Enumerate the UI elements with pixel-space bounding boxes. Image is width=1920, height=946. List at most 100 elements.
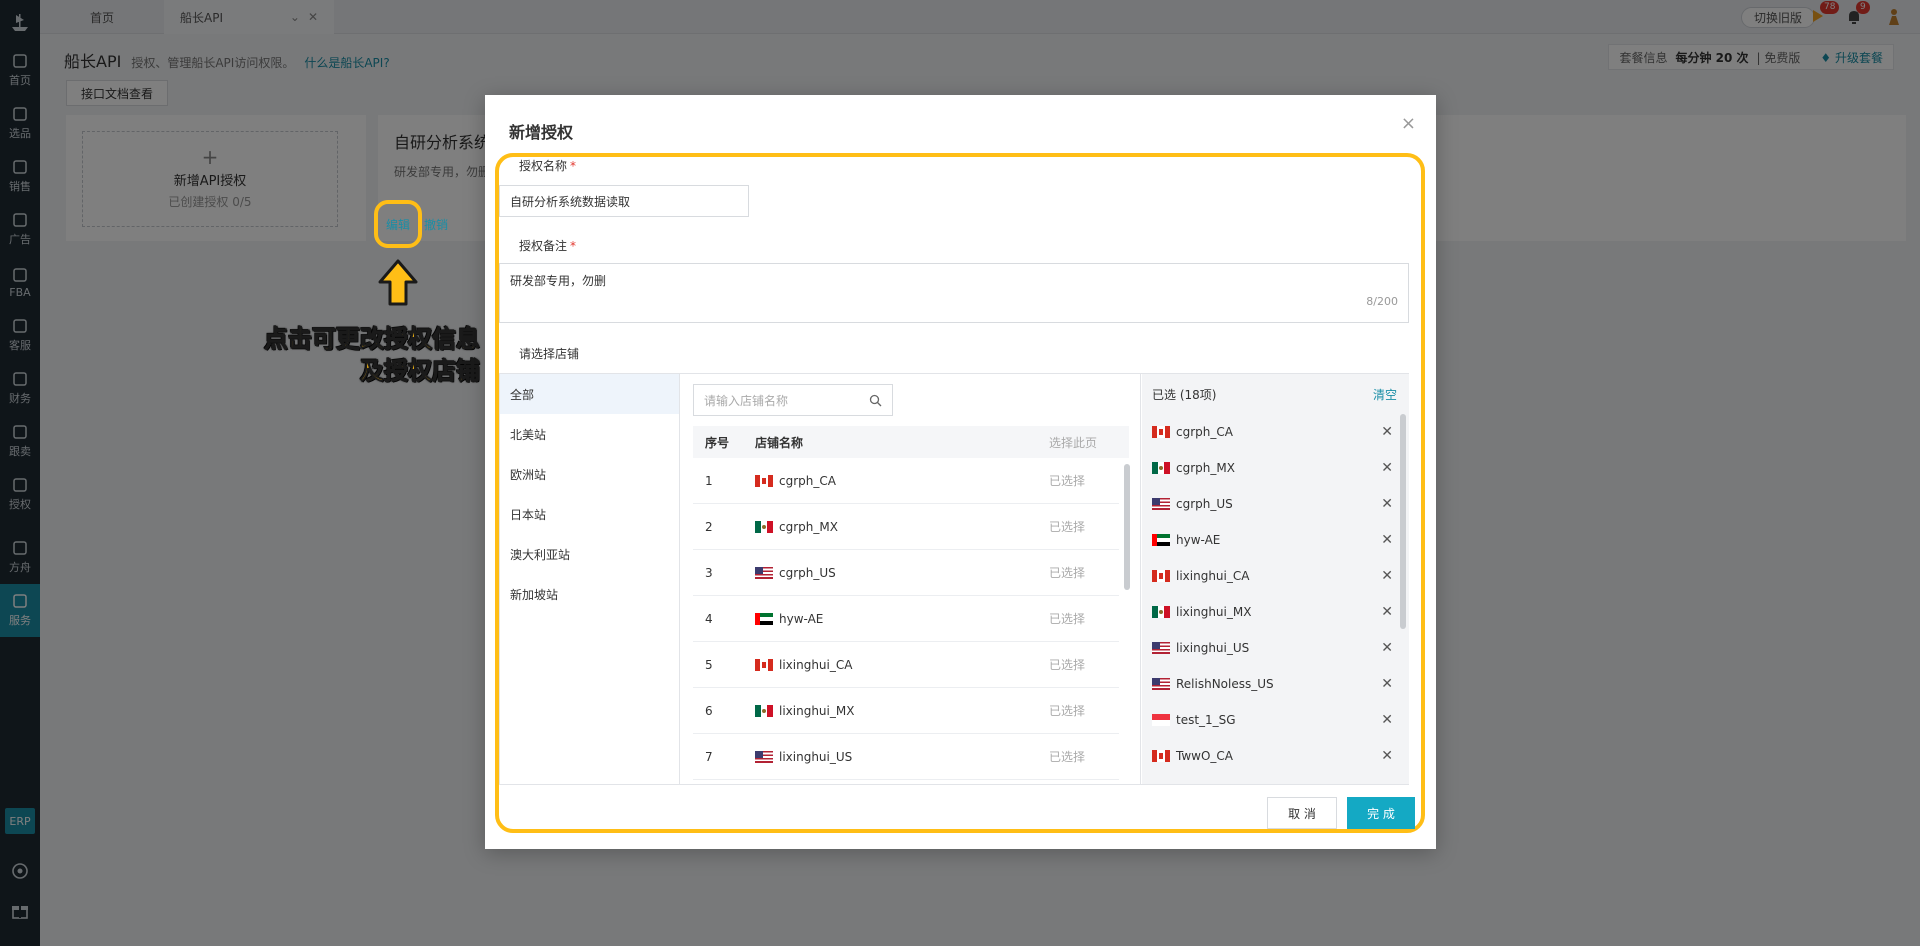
country-flag-icon bbox=[1152, 462, 1170, 474]
selected-count: 已选 (18项) bbox=[1152, 387, 1217, 402]
col-shop-name: 店铺名称 bbox=[755, 435, 804, 450]
remove-icon[interactable]: ✕ bbox=[1381, 568, 1393, 584]
table-row[interactable]: 3 cgrph_US 已选择 bbox=[693, 550, 1119, 596]
callout-line-2: 及授权店铺 bbox=[360, 357, 481, 386]
new-auth-modal: 新增授权 × 授权名称 * 自研分析系统数据读取 授权备注 * 研发部专用，勿删 8… bbox=[485, 95, 1436, 849]
country-flag-icon bbox=[1152, 678, 1170, 690]
row-status[interactable]: 已选择 bbox=[1049, 518, 1119, 535]
country-flag-icon bbox=[755, 658, 773, 671]
remove-icon[interactable]: ✕ bbox=[1381, 748, 1393, 764]
country-flag-icon bbox=[755, 520, 773, 533]
auth-note-textarea[interactable]: 研发部专用，勿删 8/200 bbox=[499, 263, 1409, 323]
table-row[interactable]: 7 lixinghui_US 已选择 bbox=[693, 734, 1119, 780]
country-flag-icon bbox=[1152, 534, 1170, 546]
selected-shop: test_1_SG bbox=[1152, 713, 1236, 727]
row-status[interactable]: 已选择 bbox=[1049, 702, 1119, 719]
revoke-link[interactable]: 撤销 bbox=[424, 216, 448, 233]
note-char-count: 8/200 bbox=[1366, 295, 1398, 308]
auth-note-value: 研发部专用，勿删 bbox=[510, 274, 607, 288]
country-flag-icon bbox=[1152, 642, 1170, 654]
remove-icon[interactable]: ✕ bbox=[1381, 496, 1393, 512]
region-item[interactable]: 北美站 bbox=[500, 414, 679, 454]
remove-icon[interactable]: ✕ bbox=[1381, 532, 1393, 548]
shop-selector: 全部 北美站 欧洲站 日本站 澳大利亚站 新加坡站 请输入店铺名称 序号 店铺名称 选择此… bbox=[499, 373, 1409, 785]
row-shop-name: lixinghui_CA bbox=[779, 657, 853, 672]
country-flag-icon bbox=[755, 474, 773, 487]
row-shop-name: hyw-AE bbox=[779, 611, 824, 626]
table-row[interactable]: 6 lixinghui_MX 已选择 bbox=[693, 688, 1119, 734]
search-placeholder: 请输入店铺名称 bbox=[704, 393, 789, 408]
col-index: 序号 bbox=[705, 435, 730, 450]
callout-text: 点击可更改授权信息 及授权店铺 bbox=[264, 323, 481, 387]
selected-shop-name: RelishNoless_US bbox=[1176, 677, 1274, 691]
select-page-button[interactable]: 选择此页 bbox=[1049, 434, 1129, 451]
table-row[interactable]: 2 cgrph_MX 已选择 bbox=[693, 504, 1119, 550]
remove-icon[interactable]: ✕ bbox=[1381, 676, 1393, 692]
region-item[interactable]: 新加坡站 bbox=[500, 574, 679, 614]
region-item[interactable]: 日本站 bbox=[500, 494, 679, 534]
table-row[interactable]: 1 cgrph_CA 已选择 bbox=[693, 458, 1119, 504]
clear-selected-button[interactable]: 清空 bbox=[1373, 386, 1397, 403]
edit-link-highlight[interactable]: 编辑 bbox=[374, 200, 422, 248]
row-status[interactable]: 已选择 bbox=[1049, 472, 1119, 489]
selected-shop: cgrph_US bbox=[1152, 497, 1233, 511]
form-highlight-frame: 授权名称 * 自研分析系统数据读取 授权备注 * 研发部专用，勿删 8/200 请选… bbox=[495, 153, 1425, 833]
auth-name-input[interactable]: 自研分析系统数据读取 bbox=[499, 185, 749, 217]
row-shop-name: lixinghui_MX bbox=[779, 703, 855, 718]
selected-shop-name: lixinghui_US bbox=[1176, 641, 1250, 655]
selected-shop-name: lixinghui_CA bbox=[1176, 569, 1250, 583]
shop-list: 请输入店铺名称 序号 店铺名称 选择此页 1 cgrph_CA 已选择 2 cgrph_… bbox=[681, 374, 1141, 784]
callout-line-1: 点击可更改授权信息 bbox=[264, 325, 481, 354]
selected-shop-name: test_1_SG bbox=[1176, 713, 1236, 727]
row-shop: lixinghui_US bbox=[755, 750, 1049, 764]
list-item: cgrph_MX ✕ bbox=[1142, 450, 1409, 486]
row-shop-name: cgrph_US bbox=[779, 565, 836, 580]
row-index: 2 bbox=[705, 519, 713, 534]
auth-name-label: 授权名称 * bbox=[519, 159, 577, 173]
selected-shop: lixinghui_US bbox=[1152, 641, 1249, 655]
selected-shop: TwwO_CA bbox=[1152, 749, 1233, 763]
row-status[interactable]: 已选择 bbox=[1049, 656, 1119, 673]
region-item[interactable]: 全部 bbox=[500, 374, 679, 414]
row-status[interactable]: 已选择 bbox=[1049, 564, 1119, 581]
selected-header: 已选 (18项) 清空 bbox=[1142, 374, 1409, 414]
done-button[interactable]: 完 成 bbox=[1347, 797, 1415, 829]
selected-shop-name: cgrph_MX bbox=[1176, 461, 1235, 475]
search-icon[interactable] bbox=[869, 394, 882, 407]
shop-table-body: 1 cgrph_CA 已选择 2 cgrph_MX 已选择 3 cgrph_US 已选择 4 hyw… bbox=[693, 458, 1119, 780]
list-item: lixinghui_MX ✕ bbox=[1142, 594, 1409, 630]
edit-link[interactable]: 编辑 bbox=[386, 216, 410, 233]
selected-shop: lixinghui_MX bbox=[1152, 605, 1251, 619]
list-item: TwwO_CA ✕ bbox=[1142, 738, 1409, 774]
row-shop: lixinghui_MX bbox=[755, 704, 1049, 718]
selected-shops: 已选 (18项) 清空 cgrph_CA ✕ cgrph_MX ✕ cgrph_US ✕ h… bbox=[1142, 374, 1409, 784]
selected-shop: cgrph_MX bbox=[1152, 461, 1235, 475]
remove-icon[interactable]: ✕ bbox=[1381, 424, 1393, 440]
remove-icon[interactable]: ✕ bbox=[1381, 604, 1393, 620]
cancel-button[interactable]: 取 消 bbox=[1267, 797, 1337, 829]
row-index: 3 bbox=[705, 565, 713, 580]
region-item[interactable]: 欧洲站 bbox=[500, 454, 679, 494]
remove-icon[interactable]: ✕ bbox=[1381, 460, 1393, 476]
country-flag-icon bbox=[755, 704, 773, 717]
shop-list-scrollbar[interactable] bbox=[1124, 464, 1130, 590]
modal-title: 新增授权 bbox=[509, 123, 574, 142]
row-shop: cgrph_US bbox=[755, 566, 1049, 580]
selected-shop-name: hyw-AE bbox=[1176, 533, 1221, 547]
close-icon[interactable]: × bbox=[1401, 113, 1416, 134]
table-row[interactable]: 4 hyw-AE 已选择 bbox=[693, 596, 1119, 642]
row-status[interactable]: 已选择 bbox=[1049, 610, 1119, 627]
region-item[interactable]: 澳大利亚站 bbox=[500, 534, 679, 574]
shop-select-label: 请选择店铺 bbox=[519, 347, 580, 361]
remove-icon[interactable]: ✕ bbox=[1381, 640, 1393, 656]
selected-shop-name: cgrph_CA bbox=[1176, 425, 1233, 439]
table-row[interactable]: 5 lixinghui_CA 已选择 bbox=[693, 642, 1119, 688]
selected-scrollbar[interactable] bbox=[1400, 414, 1406, 629]
remove-icon[interactable]: ✕ bbox=[1381, 712, 1393, 728]
country-flag-icon bbox=[1152, 714, 1170, 726]
list-item: cgrph_US ✕ bbox=[1142, 486, 1409, 522]
row-status[interactable]: 已选择 bbox=[1049, 748, 1119, 765]
shop-search-input[interactable]: 请输入店铺名称 bbox=[693, 384, 893, 416]
list-item: hyw-AE ✕ bbox=[1142, 522, 1409, 558]
list-item: RelishNoless_US ✕ bbox=[1142, 666, 1409, 702]
